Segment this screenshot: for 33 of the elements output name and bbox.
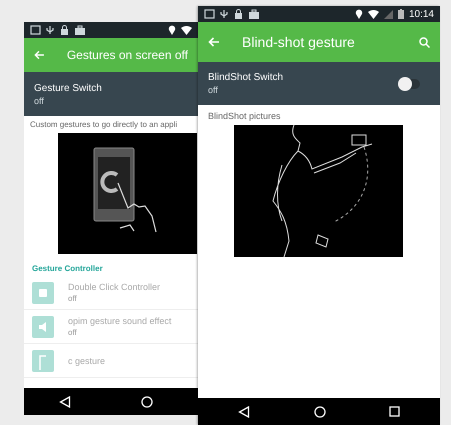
- location-icon: [168, 25, 176, 35]
- signal-icon: [384, 10, 393, 18]
- clock-time: 10:14: [408, 8, 434, 20]
- back-icon[interactable]: [238, 406, 250, 418]
- notification-icons: [204, 9, 262, 19]
- speaker-icon: [32, 316, 54, 338]
- item-title: opim gesture sound effect: [68, 316, 172, 326]
- description-text: Custom gestures to go directly to an appli: [29, 119, 178, 131]
- switch-value: off: [34, 96, 45, 106]
- screen-title: Gestures on screen off: [66, 48, 188, 62]
- battery-icon: [398, 9, 404, 19]
- location-icon: [354, 9, 363, 19]
- wifi-icon: [368, 10, 379, 18]
- item-title: Double Click Controller: [68, 282, 160, 292]
- home-icon[interactable]: [141, 396, 153, 408]
- recents-icon[interactable]: [389, 406, 400, 417]
- switch-value: off: [208, 85, 219, 95]
- home-icon[interactable]: [314, 406, 326, 418]
- switch-row[interactable]: Gesture Switch off: [24, 72, 198, 116]
- item-subtitle: off: [68, 294, 78, 303]
- section-header: BlindShot pictures: [207, 110, 282, 123]
- notification-icons: [30, 25, 88, 35]
- screen-title: Blind-shot gesture: [242, 34, 355, 50]
- switch-label: BlindShot Switch: [208, 72, 284, 83]
- section-header: Gesture Controller: [31, 263, 104, 275]
- toggle-switch[interactable]: [400, 78, 420, 88]
- back-icon[interactable]: [59, 396, 71, 408]
- item-title: c gesture: [68, 356, 106, 366]
- switch-label: Gesture Switch: [34, 82, 102, 94]
- wifi-icon: [181, 26, 192, 34]
- switch-row[interactable]: BlindShot Switch off: [198, 62, 440, 105]
- square-icon: [32, 282, 54, 304]
- item-subtitle: off: [68, 328, 78, 337]
